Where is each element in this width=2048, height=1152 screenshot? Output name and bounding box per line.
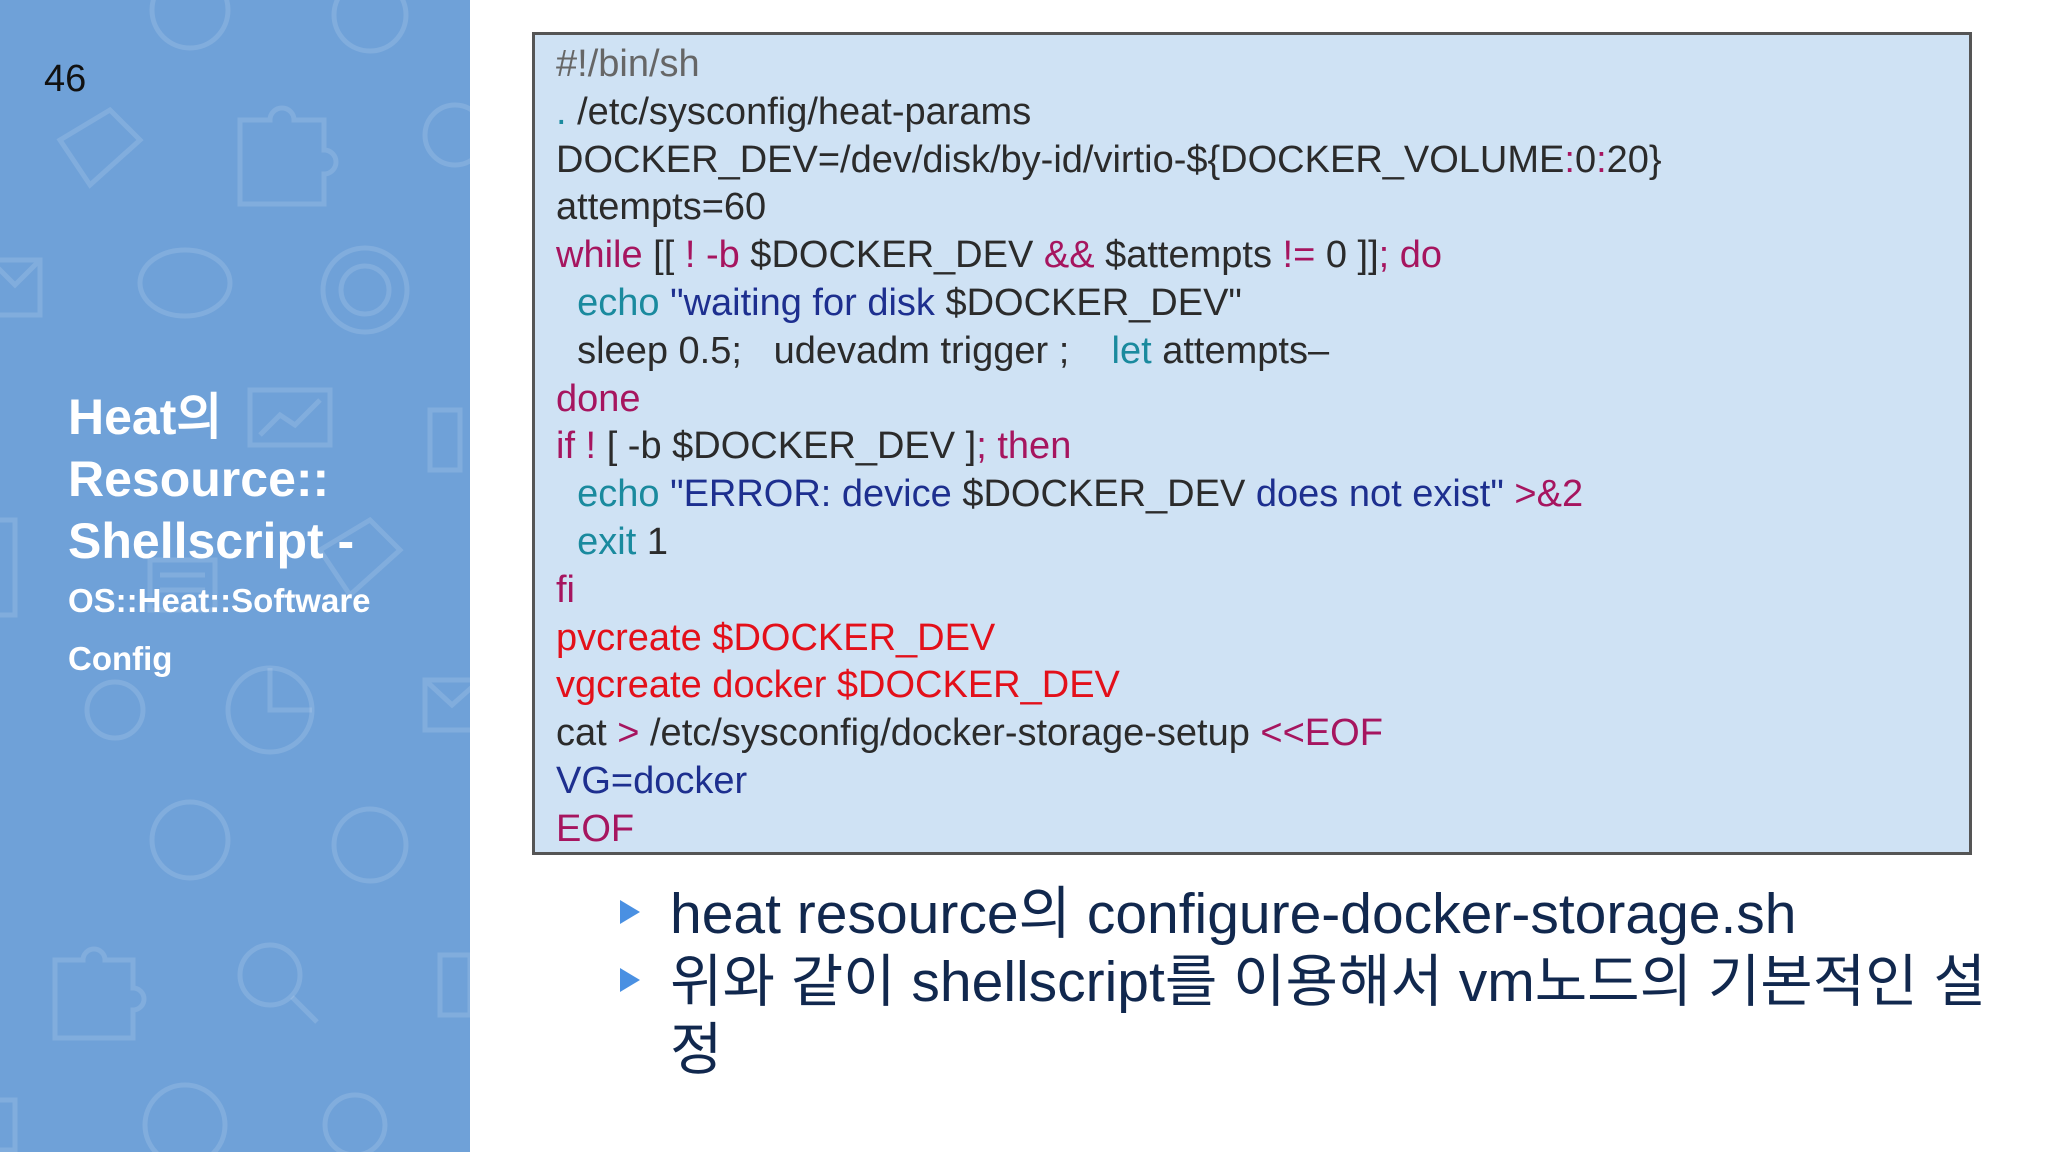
code-line: attempts=60 xyxy=(556,184,1969,232)
code-token: EOF xyxy=(556,807,635,850)
code-token: #!/bin/sh xyxy=(556,43,700,85)
sidebar-panel: 46 Heat의 Resource:: Shellscript - OS::He… xyxy=(0,0,470,1152)
code-token: && xyxy=(1043,234,1095,277)
speech-bubble-icon xyxy=(137,247,233,319)
code-token: let xyxy=(1111,329,1163,372)
bullet-text: 위와 같이 shellscript를 이용해서 vm노드의 기본적인 설정 xyxy=(670,950,1986,1082)
gear-icon xyxy=(422,102,470,168)
clock-icon xyxy=(149,0,231,51)
target-icon xyxy=(320,245,410,335)
code-line: if ! [ -b $DOCKER_DEV ]; then xyxy=(556,423,1969,471)
code-token: exit xyxy=(556,520,647,563)
code-token: $DOCKER_DEV" xyxy=(945,281,1242,324)
code-line: fi xyxy=(556,567,1969,615)
code-token: sleep 0.5; udevadm trigger ; xyxy=(556,329,1112,372)
section-title: Heat의 Resource:: Shellscript - OS::Heat:… xyxy=(68,386,458,688)
code-token: attempts=60 xyxy=(556,186,767,229)
code-token: echo xyxy=(556,473,671,516)
code-token: done xyxy=(556,377,641,420)
code-token: . xyxy=(556,90,578,133)
code-line: echo "waiting for disk $DOCKER_DEV" xyxy=(556,280,1969,328)
code-token: "ERROR: device xyxy=(670,473,963,516)
tag-icon xyxy=(56,106,144,189)
target-icon-2 xyxy=(142,1082,228,1152)
code-block: #!/bin/sh. /etc/sysconfig/heat-params DOC… xyxy=(532,32,1972,855)
code-token: vgcreate docker $DOCKER_DEV xyxy=(556,664,1120,707)
search-icon xyxy=(237,942,303,1008)
code-token: if ! xyxy=(556,425,607,468)
code-line: cat > /etc/sysconfig/docker-storage-setu… xyxy=(556,710,1969,758)
code-token: [ -b $DOCKER_DEV ] xyxy=(606,425,977,468)
puzzle-icon-2 xyxy=(52,946,147,1041)
section-title-main: Heat의 Resource:: Shellscript - xyxy=(68,389,355,569)
bullet-text: heat resource의 configure-docker-storage.… xyxy=(670,882,1797,946)
code-token: 1 xyxy=(646,520,668,563)
code-token: ! -b xyxy=(684,234,740,277)
code-token: > xyxy=(617,712,650,755)
code-line: . /etc/sysconfig/heat-params xyxy=(556,89,1969,137)
code-line: vgcreate docker $DOCKER_DEV xyxy=(556,662,1969,710)
code-token: pvcreate $DOCKER_DEV xyxy=(556,616,996,659)
bullet-list: heat resource의 configure-docker-storage.… xyxy=(620,880,2000,1084)
gear-icon-2 xyxy=(84,679,146,741)
check-circle-icon-2 xyxy=(331,806,409,884)
code-token: VG=docker xyxy=(556,759,748,802)
code-line: done xyxy=(556,376,1969,424)
code-token: /etc/sysconfig/docker-storage-setup xyxy=(650,712,1261,755)
code-token: cat xyxy=(556,712,618,755)
code-line: sleep 0.5; udevadm trigger ; let attempt… xyxy=(556,328,1969,376)
slide-number: 46 xyxy=(44,58,87,100)
gear-icon-3 xyxy=(322,1092,388,1152)
envelope-icon xyxy=(0,257,43,318)
phone-icon-2 xyxy=(437,952,470,1018)
code-token: ; then xyxy=(976,425,1072,468)
code-token: 0 xyxy=(1574,138,1597,181)
code-token: $DOCKER_DEV xyxy=(962,473,1256,516)
code-line: while [[ ! -b $DOCKER_DEV && $attempts !… xyxy=(556,232,1969,280)
code-token: attempts– xyxy=(1162,329,1330,372)
code-line: echo "ERROR: device $DOCKER_DEV does not… xyxy=(556,471,1969,519)
code-token: echo xyxy=(556,281,671,324)
code-line: EOF xyxy=(556,806,1969,854)
clock-icon-2 xyxy=(149,799,231,881)
code-token: while xyxy=(556,234,654,277)
code-token: $attempts xyxy=(1094,234,1283,277)
code-token: <<EOF xyxy=(1260,712,1383,755)
section-title-sub: OS::Heat::Software Config xyxy=(68,582,371,677)
code-token: : xyxy=(1564,138,1575,181)
bullet-item: 위와 같이 shellscript를 이용해서 vm노드의 기본적인 설정 xyxy=(620,948,2000,1084)
code-line: pvcreate $DOCKER_DEV xyxy=(556,615,1969,663)
code-token: != xyxy=(1282,234,1316,277)
card-icon xyxy=(0,517,18,618)
bulb-icon xyxy=(0,1097,18,1152)
code-token: 20} xyxy=(1606,138,1662,181)
code-token: 0 ]] xyxy=(1315,234,1379,277)
code-token: $DOCKER_DEV xyxy=(739,234,1044,277)
code-token: does not exist" xyxy=(1255,473,1515,516)
code-line: DOCKER_DEV=/dev/disk/by-id/virtio-${DOCK… xyxy=(556,137,1969,185)
code-token: ; do xyxy=(1378,234,1443,277)
code-line: #!/bin/sh xyxy=(556,41,1969,89)
code-token: [[ xyxy=(653,234,685,277)
code-token: : xyxy=(1596,138,1607,181)
code-token: DOCKER_DEV=/dev/disk/by-id/virtio-${DOCK… xyxy=(556,138,1565,181)
bullet-arrow-icon xyxy=(620,900,640,924)
code-token: fi xyxy=(556,568,575,611)
bullet-arrow-icon xyxy=(620,968,640,992)
check-circle-icon xyxy=(331,0,409,54)
code-token: "waiting for disk xyxy=(670,281,946,324)
bullet-item: heat resource의 configure-docker-storage.… xyxy=(620,880,2000,948)
code-line: exit 1 xyxy=(556,519,1969,567)
code-line: VG=docker xyxy=(556,758,1969,806)
puzzle-icon xyxy=(237,105,339,207)
code-token: >&2 xyxy=(1514,473,1584,516)
code-token: /etc/sysconfig/heat-params xyxy=(577,90,1032,133)
